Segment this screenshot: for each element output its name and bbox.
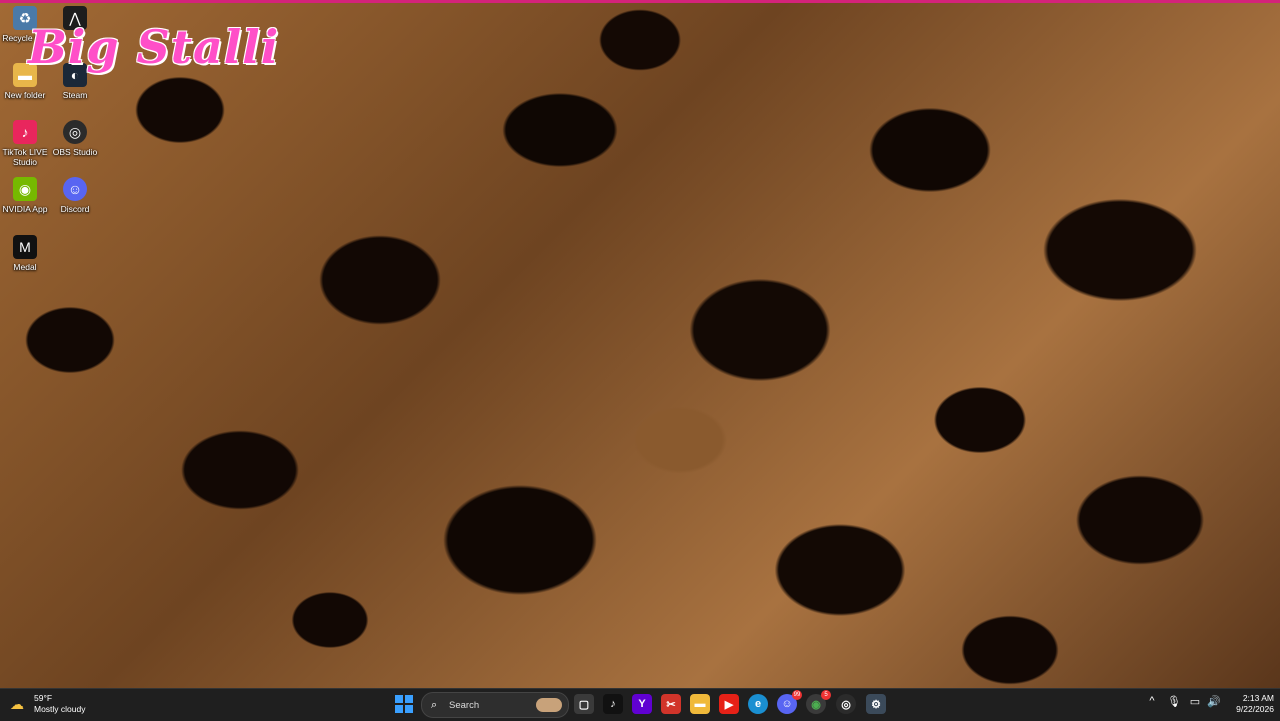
taskbar-app-chrome[interactable]: ◉ 5	[806, 690, 831, 714]
microphone-icon: 🎙	[1167, 696, 1181, 708]
taskbar-app-snipping-tool[interactable]: ✂	[661, 694, 681, 714]
windows-logo-tile	[405, 695, 413, 703]
desktop-icon-label: New folder	[4, 90, 46, 100]
weather-condition: Mostly cloudy	[34, 704, 86, 714]
search-icon: ⌕	[431, 698, 438, 711]
windows-logo-tile	[395, 705, 403, 713]
chevron-up-icon: ^	[1149, 695, 1155, 707]
nvidia-icon: ◉	[13, 177, 37, 201]
gear-icon: ⚙	[871, 698, 881, 711]
discord-icon: ☺	[63, 177, 87, 201]
start-button[interactable]	[395, 695, 413, 713]
taskbar-search-box[interactable]: ⌕ Search	[421, 692, 569, 718]
clock-time: 2:13 AM	[1242, 693, 1274, 703]
task-view-button[interactable]: ▢	[574, 694, 594, 714]
obs-icon: ◎	[841, 698, 851, 711]
weather-temp: 59°F	[34, 693, 53, 703]
snipping-tool-icon: ✂	[666, 698, 676, 711]
taskbar-app-settings[interactable]: ⚙	[866, 694, 886, 714]
search-placeholder: Search	[449, 699, 480, 711]
desktop-icon-label: NVIDIA App	[2, 204, 48, 214]
partly-cloudy-icon: ☁	[10, 696, 24, 712]
youtube-icon: ▶	[724, 698, 734, 711]
discord-icon: ☺	[781, 698, 793, 710]
notification-badge: 99	[792, 690, 802, 700]
desktop-icon-obs[interactable]: ◎ OBS Studio	[51, 120, 99, 157]
desktop-icon-label: Steam	[62, 90, 88, 100]
taskbar-app-discord[interactable]: ☺ 99	[777, 690, 802, 714]
chrome-icon: ◉	[811, 698, 821, 711]
volume-icon: 🔊	[1207, 696, 1221, 708]
desktop-icon-label: TikTok LIVE Studio	[2, 147, 48, 167]
search-highlight-icon	[536, 698, 562, 712]
medal-icon: M	[13, 235, 37, 259]
taskbar-app-obs[interactable]: ◎	[836, 694, 856, 714]
clock-date: 9/22/2026	[1236, 704, 1274, 714]
edge-icon: e	[754, 698, 762, 710]
taskbar-clock[interactable]: 2:13 AM 9/22/2026	[1222, 693, 1274, 715]
folder-icon: ▬	[694, 698, 706, 710]
tiktok-icon: ♪	[610, 698, 616, 710]
tiktok-live-icon: ♪	[13, 120, 37, 144]
windows-logo-tile	[405, 705, 413, 713]
desktop-icon-label: Medal	[13, 262, 37, 272]
weather-widget[interactable]: ☁ 59°F Mostly cloudy	[10, 693, 86, 715]
volume-button[interactable]: 🔊	[1206, 695, 1222, 708]
microphone-button[interactable]: 🎙	[1166, 695, 1182, 708]
desktop-icon-label: Discord	[60, 204, 90, 214]
window-top-accent	[0, 0, 1280, 3]
display-icon: ▭	[1189, 696, 1201, 708]
notification-badge: 5	[821, 690, 831, 700]
desktop-wallpaper	[0, 0, 1280, 688]
taskbar-app-file-explorer[interactable]: ▬	[690, 694, 710, 714]
desktop-icon-nvidia[interactable]: ◉ NVIDIA App	[1, 177, 49, 214]
task-view-icon: ▢	[578, 698, 590, 711]
taskbar-app-edge[interactable]: e	[748, 694, 768, 714]
obs-icon: ◎	[63, 120, 87, 144]
taskbar-app-tiktok[interactable]: ♪	[603, 694, 623, 714]
show-hidden-icons-button[interactable]: ^	[1144, 695, 1160, 707]
desktop-icon-discord[interactable]: ☺ Discord	[51, 177, 99, 214]
windows-logo-tile	[395, 695, 403, 703]
taskbar-app-yahoo[interactable]: Y	[632, 694, 652, 714]
wallpaper-brand-text: Big Stalli	[28, 20, 280, 74]
desktop-icon-tiktok-live[interactable]: ♪ TikTok LIVE Studio	[1, 120, 49, 167]
weather-text: 59°F Mostly cloudy	[34, 693, 86, 715]
yahoo-icon: Y	[638, 698, 646, 710]
taskbar-app-youtube[interactable]: ▶	[719, 694, 739, 714]
display-button[interactable]: ▭	[1187, 695, 1203, 708]
desktop-icon-label: OBS Studio	[52, 147, 98, 157]
desktop-icon-medal[interactable]: M Medal	[1, 235, 49, 272]
